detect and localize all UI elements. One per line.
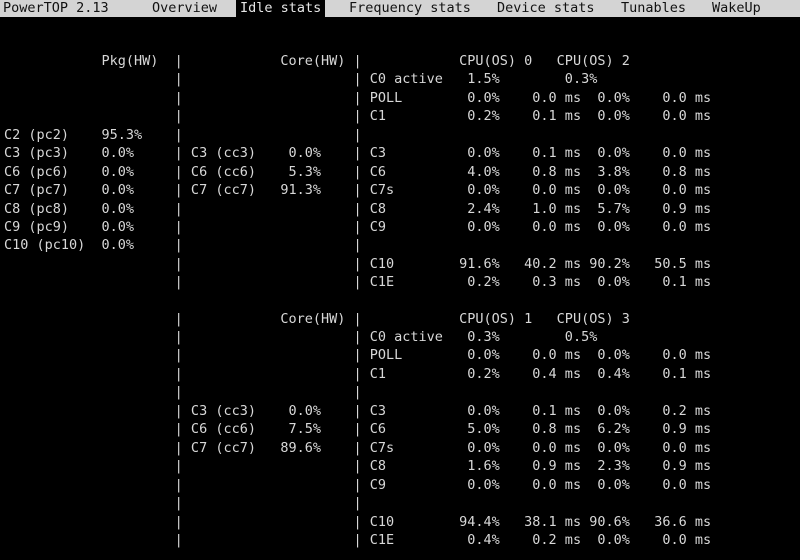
stats-line: | | C10 94.4% 38.1 ms 90.6% 36.6 ms [4, 514, 712, 530]
tab-idle-stats[interactable]: Idle stats [236, 0, 326, 17]
stats-line: | | [4, 495, 362, 511]
stats-line: C2 (pc2) 95.3% | | [4, 127, 362, 143]
stats-line: | | POLL 0.0% 0.0 ms 0.0% 0.0 ms [4, 347, 712, 363]
stats-line: C3 (pc3) 0.0% | C3 (cc3) 0.0% | C3 0.0% … [4, 145, 712, 161]
stats-line: | | [4, 384, 362, 400]
stats-line: Pkg(HW) | Core(HW) | CPU(OS) 0 CPU(OS) 2 [4, 53, 630, 69]
tab-tunables[interactable]: Tunables [621, 0, 686, 17]
stats-line: C10 (pc10) 0.0% | | [4, 237, 362, 253]
stats-line: C8 (pc8) 0.0% | | C8 2.4% 1.0 ms 5.7% 0.… [4, 201, 712, 217]
stats-line: | | C1E 0.4% 0.2 ms 0.0% 0.0 ms [4, 532, 712, 548]
stats-line: | C7 (cc7) 89.6% | C7s 0.0% 0.0 ms 0.0% … [4, 440, 712, 456]
stats-line: | | C1 0.2% 0.1 ms 0.0% 0.0 ms [4, 108, 712, 124]
stats-line: C7 (pc7) 0.0% | C7 (cc7) 91.3% | C7s 0.0… [4, 182, 712, 198]
stats-line: | | C0 active 0.3% 0.5% [4, 329, 598, 345]
tab-overview[interactable]: Overview [152, 0, 217, 17]
app-title: PowerTOP 2.13 [3, 0, 109, 16]
stats-line: | | C10 91.6% 40.2 ms 90.2% 50.5 ms [4, 256, 712, 272]
stats-line: | C3 (cc3) 0.0% | C3 0.0% 0.1 ms 0.0% 0.… [4, 403, 712, 419]
stats-line: C6 (pc6) 0.0% | C6 (cc6) 5.3% | C6 4.0% … [4, 164, 712, 180]
tab-wakeup[interactable]: WakeUp [712, 0, 761, 17]
tab-frequency-stats[interactable]: Frequency stats [349, 0, 471, 17]
stats-line: | | POLL 0.0% 0.0 ms 0.0% 0.0 ms [4, 90, 712, 106]
stats-line: | | C8 1.6% 0.9 ms 2.3% 0.9 ms [4, 458, 712, 474]
stats-line: | C6 (cc6) 7.5% | C6 5.0% 0.8 ms 6.2% 0.… [4, 421, 712, 437]
stats-line: C9 (pc9) 0.0% | | C9 0.0% 0.0 ms 0.0% 0.… [4, 219, 712, 235]
stats-line: | Core(HW) | CPU(OS) 1 CPU(OS) 3 [4, 311, 630, 327]
stats-line: | | C1E 0.2% 0.3 ms 0.0% 0.1 ms [4, 274, 712, 290]
stats-line: | | C1 0.2% 0.4 ms 0.4% 0.1 ms [4, 366, 712, 382]
stats-line: | | C9 0.0% 0.0 ms 0.0% 0.0 ms [4, 477, 712, 493]
top-menu-bar: PowerTOP 2.13 Overview Idle stats Freque… [0, 0, 800, 17]
stats-line: | | C0 active 1.5% 0.3% [4, 71, 598, 87]
tab-device-stats[interactable]: Device stats [497, 0, 595, 17]
